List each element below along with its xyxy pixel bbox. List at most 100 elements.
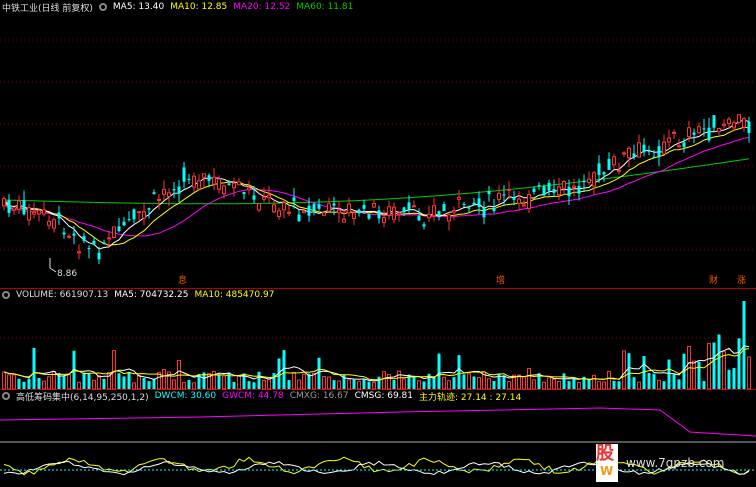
- candle-body: [477, 198, 481, 207]
- price-panel-title: 中铁工业(日线 前复权): [2, 3, 93, 14]
- ma10-legend: MA10: 12.85: [170, 2, 228, 12]
- low-price-marker: [49, 258, 57, 273]
- candle-body: [742, 118, 746, 128]
- volume-bar: [302, 373, 306, 390]
- price-panel-header: 中铁工业(日线 前复权) MA5: 13.40 MA10: 12.85 MA20…: [2, 1, 353, 14]
- event-marker-dividend[interactable]: 息: [178, 276, 187, 287]
- volume-bar: [432, 376, 436, 389]
- candle-body: [342, 218, 346, 223]
- candle-body: [12, 207, 16, 211]
- candle-body: [102, 242, 106, 245]
- event-marker-increase[interactable]: 增: [496, 276, 505, 287]
- volume-bar: [262, 380, 266, 390]
- volume-bar: [317, 357, 321, 389]
- volume-bar: [67, 374, 71, 390]
- candle-body: [437, 211, 441, 216]
- volume-bar: [472, 376, 476, 389]
- stock-chart[interactable]: [0, 0, 756, 487]
- candle-body: [72, 233, 76, 236]
- volume-ma5-legend: MA5: 704732.25: [114, 290, 189, 300]
- volume-bar: [417, 380, 421, 390]
- settings-gear-icon[interactable]: [2, 392, 10, 400]
- volume-bar: [677, 379, 681, 389]
- candle-body: [267, 194, 271, 199]
- volume-bar: [172, 379, 176, 390]
- volume-bar: [357, 380, 361, 390]
- candle-body: [557, 186, 561, 196]
- volume-bar: [447, 380, 451, 390]
- volume-bar: [102, 378, 106, 389]
- settings-gear-icon[interactable]: [2, 291, 10, 299]
- volume-bar: [692, 360, 696, 390]
- event-marker-finance[interactable]: 财: [709, 276, 718, 287]
- candle-body: [617, 169, 621, 172]
- cmsg-legend: CMSG: 69.81: [354, 391, 413, 401]
- volume-bar: [742, 301, 746, 389]
- volume-bar: [672, 374, 676, 389]
- candle-body: [652, 156, 656, 158]
- volume-bar: [347, 379, 351, 390]
- candle-body: [187, 178, 191, 180]
- volume-bar: [727, 369, 731, 389]
- volume-ma10-legend: MA10: 485470.97: [194, 290, 275, 300]
- candle-body: [427, 213, 431, 219]
- volume-bar: [42, 380, 46, 390]
- candle-body: [367, 214, 371, 219]
- volume-bar: [117, 373, 121, 389]
- volume-bar: [237, 375, 241, 390]
- candle-body: [672, 131, 676, 134]
- candle-body: [57, 212, 61, 219]
- event-marker-rise[interactable]: 涨: [737, 276, 746, 287]
- candle-body: [387, 206, 391, 216]
- candle-body: [292, 197, 296, 202]
- candle-body: [182, 167, 186, 182]
- volume-bar: [7, 374, 11, 390]
- settings-gear-icon[interactable]: [98, 3, 107, 11]
- volume-bar: [142, 378, 146, 389]
- volume-bar: [252, 382, 256, 389]
- candle-body: [62, 232, 66, 235]
- candle-body: [7, 200, 11, 213]
- volume-bar: [522, 375, 526, 390]
- volume-panel-header: VOLUME: 661907.13 MA5: 704732.25 MA10: 4…: [2, 289, 274, 301]
- volume-bar: [557, 380, 561, 390]
- candle-body: [167, 192, 171, 197]
- candle-body: [612, 156, 616, 166]
- candle-body: [592, 172, 596, 187]
- volume-bar: [542, 381, 546, 390]
- candle-body: [722, 123, 726, 126]
- candle-body: [492, 207, 496, 212]
- candle-body: [157, 198, 161, 201]
- candle-body: [52, 219, 56, 229]
- volume-bar: [572, 378, 576, 389]
- volume-bar: [37, 377, 41, 389]
- candle-body: [352, 212, 356, 219]
- volume-bar: [227, 372, 231, 389]
- candle-body: [262, 196, 266, 200]
- volume-bar: [297, 379, 301, 390]
- dwcm-legend: DWCM: 30.60: [154, 391, 217, 401]
- candle-body: [332, 203, 336, 206]
- candle-body: [542, 186, 546, 196]
- candle-body: [397, 212, 401, 215]
- candle-body: [322, 212, 326, 216]
- volume-bar: [352, 379, 356, 389]
- candle-body: [207, 175, 211, 181]
- volume-bar: [517, 374, 521, 390]
- candle-body: [447, 214, 451, 222]
- volume-bars[interactable]: [2, 301, 751, 390]
- candle-body: [372, 203, 376, 208]
- volume-bar: [272, 373, 276, 389]
- watermark-logo-sub: W: [600, 464, 614, 478]
- candle-body: [677, 145, 681, 148]
- candle-body: [482, 207, 486, 218]
- candle-body: [572, 185, 576, 188]
- gwcm-line: [0, 407, 756, 437]
- volume-bar: [477, 377, 481, 390]
- candle-body: [377, 210, 381, 219]
- candle-body: [172, 189, 176, 191]
- candle-body: [82, 236, 86, 241]
- volume-bar: [312, 372, 316, 390]
- candle-body: [382, 217, 386, 224]
- candle-body: [562, 181, 566, 189]
